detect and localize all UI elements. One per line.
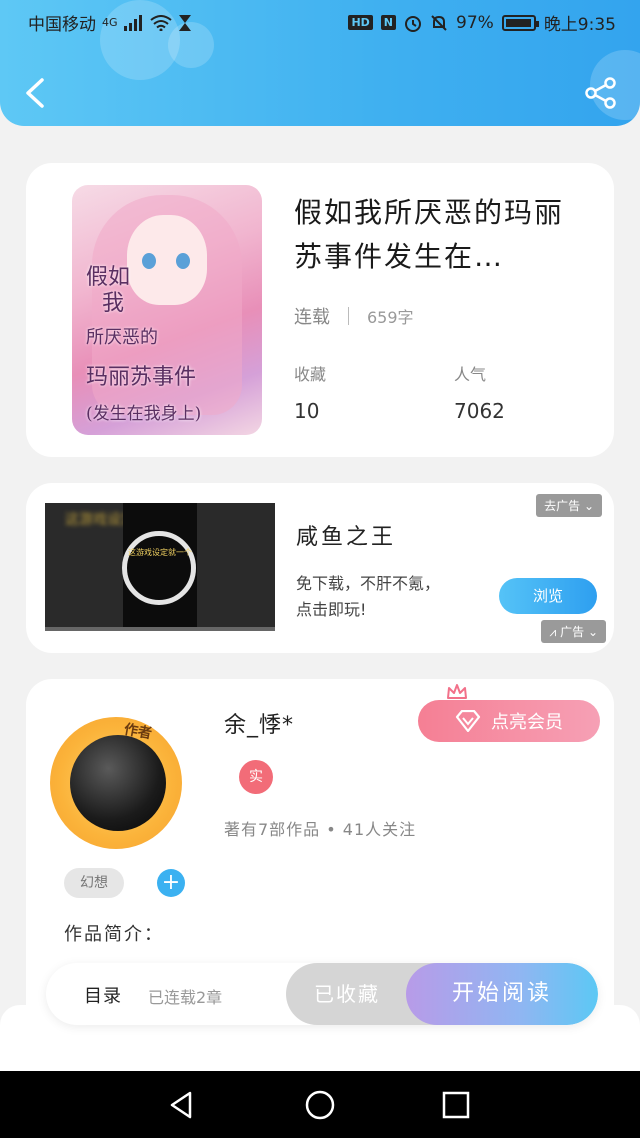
ad-label-text: 广告 bbox=[560, 625, 585, 639]
hd-icon: HD bbox=[348, 15, 373, 30]
chevron-down-icon: ⌄ bbox=[583, 499, 594, 513]
ad-video-caption: 这游戏设定就一个 bbox=[128, 548, 192, 557]
popularity-value: 7062 bbox=[454, 399, 505, 423]
catalog-button[interactable]: 目录 bbox=[84, 982, 122, 1008]
ad-label-badge[interactable]: ⩘ 广告 ⌄ bbox=[541, 620, 606, 643]
nav-home-icon[interactable] bbox=[304, 1089, 336, 1121]
cover-text: (发生在我身上) bbox=[86, 404, 202, 424]
author-name[interactable]: 余_悸* bbox=[224, 707, 294, 739]
crown-icon bbox=[447, 684, 467, 699]
share-icon[interactable] bbox=[584, 76, 618, 110]
author-avatar-frame[interactable]: 作者 bbox=[50, 717, 182, 849]
author-stats: 著有7部作品 • 41人关注 bbox=[224, 820, 417, 839]
status-bar: 中国移动 4G HD N 97% 晚上9:35 bbox=[0, 0, 640, 44]
favorites-label: 收藏 bbox=[294, 365, 327, 384]
cover-text: 我 bbox=[102, 291, 125, 316]
author-avatar bbox=[70, 735, 166, 831]
remove-ad-button[interactable]: 去广告 ⌄ bbox=[536, 494, 602, 517]
nav-back-icon[interactable] bbox=[166, 1089, 198, 1121]
battery-percent: 97% bbox=[456, 12, 494, 33]
nav-recents-icon[interactable] bbox=[440, 1089, 472, 1121]
book-meta: 连载 659字 bbox=[294, 303, 414, 329]
clock: 晚上9:35 bbox=[543, 15, 616, 35]
meta-divider bbox=[348, 307, 349, 325]
hourglass-icon bbox=[178, 14, 191, 31]
carrier-label: 中国移动 bbox=[28, 15, 96, 35]
battery-icon bbox=[501, 14, 539, 31]
ad-browse-button[interactable]: 浏览 bbox=[499, 578, 597, 614]
ad-title: 咸鱼之王 bbox=[296, 525, 397, 550]
wifi-icon bbox=[149, 14, 172, 31]
book-cover[interactable]: 假如 我 所厌恶的 玛丽苏事件 (发生在我身上) bbox=[72, 185, 262, 435]
ad-video-progress bbox=[45, 627, 275, 631]
cover-face bbox=[127, 215, 207, 305]
ad-description: 免下载，不肝不氪，点击即玩! bbox=[296, 574, 441, 619]
vip-button[interactable]: 点亮会员 bbox=[418, 700, 600, 742]
chapters-count[interactable]: 已连载2章 bbox=[148, 984, 222, 1008]
cover-text: 玛丽苏事件 bbox=[86, 365, 197, 390]
back-arrow-icon[interactable] bbox=[20, 76, 50, 110]
intro-heading: 作品简介： bbox=[64, 924, 164, 945]
word-count: 659字 bbox=[367, 308, 414, 327]
diamond-icon bbox=[455, 710, 481, 732]
header: 中国移动 4G HD N 97% 晚上9:35 bbox=[0, 0, 640, 126]
network-type: 4G bbox=[102, 16, 118, 29]
verified-badge: 实 bbox=[239, 760, 273, 794]
ad-logo-icon: ⩘ bbox=[549, 625, 557, 639]
cover-text: 假如 bbox=[86, 265, 131, 290]
favorites-value: 10 bbox=[294, 399, 320, 423]
alarm-icon bbox=[405, 15, 422, 32]
cover-eye bbox=[142, 253, 156, 269]
book-title: 假如我所厌恶的玛丽苏事件发生在… bbox=[294, 196, 565, 273]
ad-video[interactable]: 这游戏设定就一个字 这游戏设定就一个 bbox=[45, 503, 275, 631]
popularity-label: 人气 bbox=[454, 365, 487, 384]
start-reading-button[interactable]: 开始阅读 bbox=[406, 963, 598, 1025]
genre-tag[interactable]: 幻想 bbox=[64, 868, 124, 898]
signal-icon bbox=[123, 14, 142, 31]
loading-ring-icon bbox=[122, 531, 196, 605]
cover-eye bbox=[176, 253, 190, 269]
vip-label: 点亮会员 bbox=[491, 712, 563, 733]
serial-status: 连载 bbox=[294, 307, 330, 328]
ad-card[interactable]: 这游戏设定就一个字 这游戏设定就一个 去广告 ⌄ 咸鱼之王 免下载，不肝不氪，点… bbox=[26, 483, 614, 653]
cover-text: 所厌恶的 bbox=[86, 327, 158, 348]
remove-ad-label: 去广告 bbox=[544, 499, 581, 513]
system-nav-bar bbox=[0, 1071, 640, 1138]
chevron-down-icon: ⌄ bbox=[587, 625, 598, 639]
add-tag-button[interactable]: + bbox=[157, 869, 185, 897]
book-info-card: 假如 我 所厌恶的 玛丽苏事件 (发生在我身上) 假如我所厌恶的玛丽苏事件发生在… bbox=[26, 163, 614, 457]
action-bar: 目录 已连载2章 已收藏 开始阅读 bbox=[46, 963, 598, 1025]
nfc-icon: N bbox=[380, 15, 397, 30]
mute-bell-icon bbox=[431, 14, 447, 31]
